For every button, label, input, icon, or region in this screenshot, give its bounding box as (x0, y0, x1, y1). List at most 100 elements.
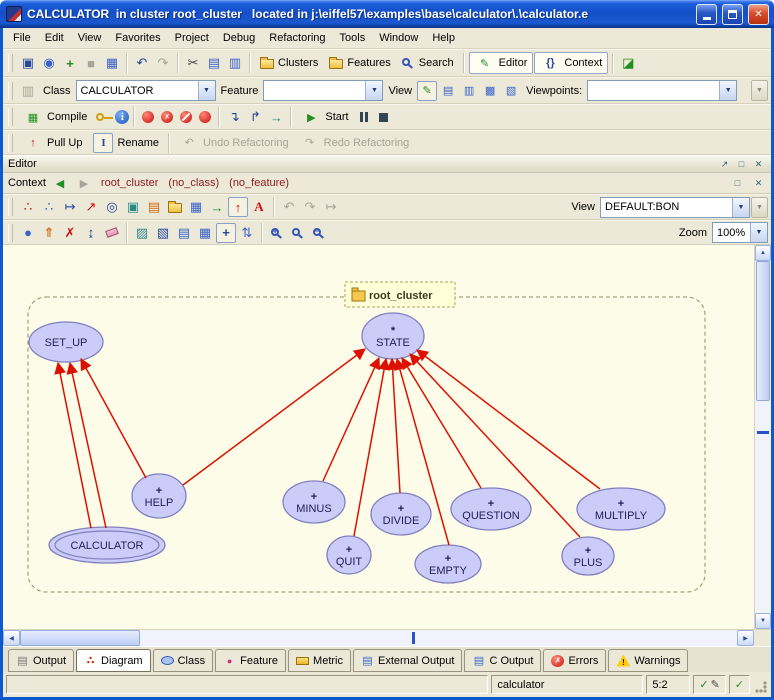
panel-close-icon[interactable]: ✕ (751, 157, 766, 171)
title-bar[interactable]: CALCULATOR in cluster root_cluster locat… (0, 0, 774, 28)
crop-diagram-icon[interactable]: ↑ (228, 197, 248, 217)
context-toggle-button[interactable]: {} Context (534, 52, 608, 74)
toolbar-grip[interactable] (8, 108, 13, 126)
diagram-view-dropdown-icon[interactable]: ▼ (732, 198, 749, 217)
menu-refactoring[interactable]: Refactoring (262, 29, 332, 47)
external-editor-icon[interactable]: ◪ (618, 53, 638, 73)
force-layout-icon[interactable]: ● (18, 223, 38, 243)
breakpoint-info-icon[interactable] (199, 111, 211, 123)
class-combo[interactable]: CALCULATOR ▼ (76, 80, 216, 101)
editor-toggle-button[interactable]: ✎ Editor (469, 52, 534, 74)
zoom-dropdown-icon[interactable]: ▼ (750, 223, 767, 242)
copy-icon[interactable]: ▤ (204, 53, 224, 73)
remove-breakpoints-icon[interactable] (161, 111, 173, 123)
send-to-icon[interactable]: ▥ (18, 81, 38, 101)
minimize-button[interactable] (696, 4, 717, 25)
toolbar-grip[interactable] (8, 198, 13, 216)
context-feature-crumb[interactable]: (no_feature) (226, 177, 292, 189)
features-button[interactable]: Features (324, 52, 395, 74)
pull-up-button[interactable]: ↑ Pull Up (18, 132, 87, 154)
context-maximize-icon[interactable]: □ (730, 176, 745, 190)
disable-breakpoints-icon[interactable] (180, 111, 192, 123)
pause-button[interactable] (355, 112, 373, 122)
feature-combo[interactable]: ▼ (263, 80, 383, 101)
menu-edit[interactable]: Edit (38, 29, 71, 47)
diagram-view-combo[interactable]: DEFAULT:BON ▼ (600, 197, 750, 218)
view-contract-icon[interactable]: ▥ (459, 81, 479, 101)
status-compile-indicator[interactable]: ✓ (729, 675, 750, 694)
undo-refactoring-button[interactable]: ↶ Undo Refactoring (174, 132, 294, 154)
fill-cluster-icon[interactable]: ▨ (132, 223, 152, 243)
menu-view[interactable]: View (71, 29, 109, 47)
vertical-scroll-thumb[interactable] (756, 261, 770, 401)
context-close-icon[interactable]: ✕ (751, 176, 766, 190)
compile-button[interactable]: ▦ Compile (18, 106, 92, 128)
class-combo-dropdown-icon[interactable]: ▼ (198, 81, 215, 100)
bon-diagram[interactable]: SET_UP*STATE+HELPCALCULATOR+MINUS+DIVIDE… (3, 245, 754, 629)
new-cluster-tool-icon[interactable]: ∴ (39, 197, 59, 217)
diagram-canvas[interactable]: SET_UP*STATE+HELPCALCULATOR+MINUS+DIVIDE… (3, 245, 754, 629)
start-button[interactable]: ▶ Start (296, 106, 353, 128)
search-button[interactable]: Search (397, 52, 459, 74)
inherit-edge-QUESTION-STATE[interactable] (402, 358, 481, 488)
fill-class-icon[interactable]: ▧ (153, 223, 173, 243)
layout-horizontal-icon[interactable]: ▤ (174, 223, 194, 243)
inherit-edge-MINUS-STATE[interactable] (323, 358, 379, 481)
context-back-icon[interactable]: ◀ (50, 173, 70, 193)
zoom-combo[interactable]: 100% ▼ (712, 222, 768, 243)
delete-item-icon[interactable]: ✗ (60, 223, 80, 243)
layout-grid-icon[interactable]: ▦ (195, 223, 215, 243)
view-flat-icon[interactable]: ▤ (438, 81, 458, 101)
inherit-edge-CALCULATOR-SET_UP[interactable] (58, 363, 91, 528)
scroll-down-button[interactable]: ▼ (755, 613, 771, 629)
redo-refactoring-button[interactable]: ↷ Redo Refactoring (295, 132, 415, 154)
menu-favorites[interactable]: Favorites (108, 29, 167, 47)
viewpoints-combo[interactable]: ▼ (587, 80, 737, 101)
vertical-scroll-track[interactable] (755, 261, 771, 613)
tab-metric[interactable]: Metric (288, 649, 351, 672)
add-project-icon[interactable]: + (60, 53, 80, 73)
menu-window[interactable]: Window (372, 29, 425, 47)
go-to-icon[interactable]: → (207, 197, 227, 217)
menu-project[interactable]: Project (168, 29, 216, 47)
vertical-scrollbar[interactable]: ▲ ▼ (754, 245, 771, 629)
class-node-QUESTION[interactable]: +QUESTION (451, 488, 531, 530)
rename-button[interactable]: I Rename (88, 132, 164, 154)
save-icon[interactable]: ▦ (102, 53, 122, 73)
menu-debug[interactable]: Debug (216, 29, 262, 47)
context-class-crumb[interactable]: (no_class) (165, 177, 222, 189)
project-info-icon[interactable] (115, 110, 129, 124)
class-node-EMPTY[interactable]: +EMPTY (415, 545, 481, 583)
class-node-MULTIPLY[interactable]: +MULTIPLY (577, 488, 665, 530)
scroll-right-button[interactable]: ▶ (737, 630, 754, 646)
maximize-button[interactable] (722, 4, 743, 25)
eraser-icon[interactable] (102, 223, 122, 243)
class-node-DIVIDE[interactable]: +DIVIDE (371, 493, 431, 535)
viewpoints-combo-dropdown-icon[interactable]: ▼ (719, 81, 736, 100)
diagram-undo-icon[interactable]: ↶ (279, 197, 299, 217)
cut-icon[interactable]: ✂ (183, 53, 203, 73)
tab-external-output[interactable]: ▤External Output (353, 649, 462, 672)
horizontal-scroll-thumb[interactable] (20, 630, 140, 646)
tab-output[interactable]: ▤Output (8, 649, 74, 672)
panel-float-icon[interactable]: ↗ (717, 157, 732, 171)
inherit-edge-MULTIPLY-STATE[interactable] (417, 350, 600, 489)
export-image-icon[interactable]: ▤ (144, 197, 164, 217)
panel-maximize-icon[interactable]: □ (734, 157, 749, 171)
class-node-STATE[interactable]: *STATE (362, 313, 424, 359)
tab-feature[interactable]: ●Feature (215, 649, 286, 672)
scroll-left-button[interactable]: ◀ (3, 630, 20, 646)
class-node-PLUS[interactable]: +PLUS (562, 537, 614, 575)
context-cluster-crumb[interactable]: root_cluster (98, 177, 161, 189)
text-tool-icon[interactable]: A (249, 197, 269, 217)
fit-to-screen-icon[interactable]: ⇑ (39, 223, 59, 243)
step-into-icon[interactable]: ↴ (224, 107, 244, 127)
undo-icon[interactable]: ↶ (132, 53, 152, 73)
new-window-icon[interactable]: ▣ (18, 53, 38, 73)
inherit-edge-HELP-STATE[interactable] (183, 349, 365, 485)
class-node-QUIT[interactable]: +QUIT (327, 536, 371, 574)
zoom-out-icon[interactable] (309, 223, 329, 243)
context-forward-icon[interactable]: ▶ (74, 173, 94, 193)
snapshot-icon[interactable]: ▣ (123, 197, 143, 217)
stop-icon[interactable]: ■ (81, 53, 101, 73)
